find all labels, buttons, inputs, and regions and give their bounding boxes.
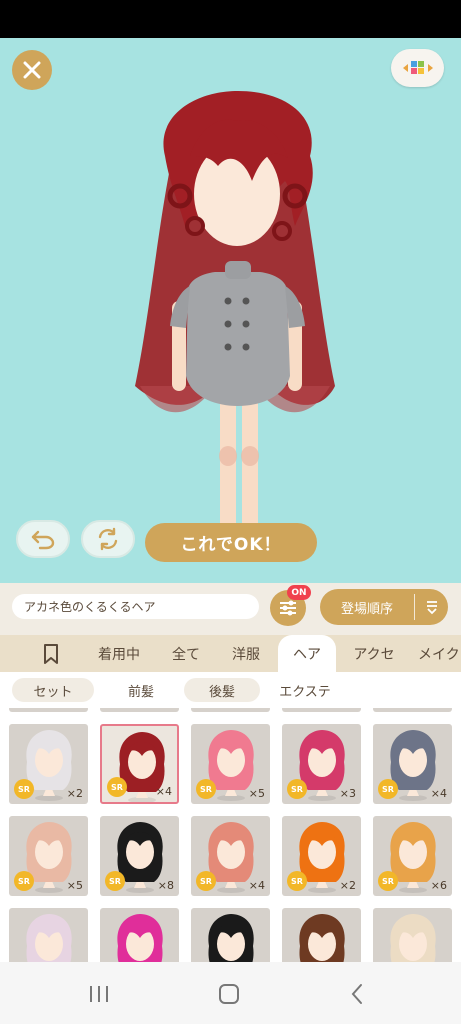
- item-count: ×3: [339, 787, 356, 800]
- hair-preview: [26, 914, 72, 962]
- rarity-badge: SR: [196, 779, 216, 799]
- tab-all[interactable]: 全て: [163, 635, 209, 672]
- undo-icon: [31, 530, 55, 550]
- item-card[interactable]: SR ×4: [373, 724, 452, 804]
- hair-subtab-bar: セット 前髪 後髪 エクステ: [0, 672, 461, 708]
- rarity-badge: SR: [105, 871, 125, 891]
- tab-bookmark[interactable]: [28, 635, 74, 672]
- confirm-ok-button[interactable]: これでOK！: [145, 523, 317, 562]
- tab-hair[interactable]: ヘア: [278, 635, 336, 672]
- item-count: ×6: [430, 879, 447, 892]
- item-card[interactable]: [9, 908, 88, 962]
- tab-accessory[interactable]: アクセ: [345, 635, 403, 672]
- hair-preview: [390, 914, 436, 962]
- hair-preview: [117, 914, 163, 962]
- hair-preview: [299, 914, 345, 962]
- back-button[interactable]: [342, 980, 372, 1008]
- hair-preview: [208, 914, 254, 962]
- subtab-extensions[interactable]: エクステ: [268, 678, 342, 702]
- color-palette-icon: [402, 61, 433, 74]
- rotate-button[interactable]: [81, 520, 135, 558]
- item-card[interactable]: SR ×5: [191, 724, 270, 804]
- item-card[interactable]: SR ×3: [282, 724, 361, 804]
- filter-on-badge: ON: [287, 585, 311, 600]
- item-count: ×2: [339, 879, 356, 892]
- subtab-set[interactable]: セット: [12, 678, 94, 702]
- sort-order-button[interactable]: 登場順序: [320, 589, 448, 625]
- avatar-stage: これでOK！: [0, 38, 461, 583]
- rarity-badge: SR: [14, 871, 34, 891]
- item-card[interactable]: [373, 908, 452, 962]
- tab-wearing[interactable]: 着用中: [90, 635, 148, 672]
- item-card[interactable]: SR ×8: [100, 816, 179, 896]
- item-card[interactable]: [9, 708, 88, 712]
- item-grid: SR ×2 SR ×4 SR ×5 SR ×3 SR ×4 SR ×5 SR ×8 SR ×4 SR ×2 SR ×6: [0, 708, 461, 962]
- item-count: ×4: [430, 787, 447, 800]
- subtab-back-hair[interactable]: 後髪: [184, 678, 260, 702]
- close-icon: [23, 61, 41, 79]
- tab-clothes[interactable]: 洋服: [223, 635, 269, 672]
- sliders-icon: [280, 600, 296, 616]
- item-card[interactable]: [191, 908, 270, 962]
- recent-apps-button[interactable]: [84, 980, 114, 1008]
- rarity-badge: SR: [378, 779, 398, 799]
- item-count: ×2: [66, 787, 83, 800]
- item-count: ×4: [155, 785, 172, 798]
- sort-direction-icon[interactable]: [415, 599, 448, 615]
- item-card[interactable]: SR ×2: [282, 816, 361, 896]
- rarity-badge: SR: [287, 779, 307, 799]
- subtab-bangs[interactable]: 前髪: [102, 678, 180, 702]
- item-count: ×5: [248, 787, 265, 800]
- recent-apps-icon: [90, 986, 108, 1002]
- rarity-badge: SR: [196, 871, 216, 891]
- item-card[interactable]: [100, 908, 179, 962]
- home-button[interactable]: [214, 980, 244, 1008]
- avatar-character: [135, 91, 335, 559]
- status-bar: [0, 0, 461, 38]
- rarity-badge: SR: [14, 779, 34, 799]
- color-palette-button[interactable]: [391, 49, 444, 87]
- item-count: ×8: [157, 879, 174, 892]
- system-nav-bar: [0, 962, 461, 1024]
- item-card[interactable]: [373, 708, 452, 712]
- category-tab-bar: 着用中 全て 洋服 ヘア アクセ メイク: [0, 635, 461, 672]
- home-icon: [219, 984, 239, 1004]
- sort-order-label: 登場順序: [340, 601, 393, 617]
- item-card-selected[interactable]: SR ×4: [100, 724, 179, 804]
- tab-makeup[interactable]: メイク: [418, 635, 461, 672]
- filter-bar: アカネ色のくるくるヘア ON 登場順序: [0, 583, 461, 631]
- item-card[interactable]: SR ×4: [191, 816, 270, 896]
- bookmark-icon: [44, 643, 58, 664]
- item-name-field[interactable]: アカネ色のくるくるヘア: [12, 594, 259, 619]
- rarity-badge: SR: [378, 871, 398, 891]
- rotate-icon: [98, 527, 118, 551]
- item-count: ×4: [248, 879, 265, 892]
- item-card[interactable]: SR ×2: [9, 724, 88, 804]
- close-button[interactable]: [12, 50, 52, 90]
- undo-button[interactable]: [16, 520, 70, 558]
- rarity-badge: SR: [287, 871, 307, 891]
- item-card[interactable]: [282, 908, 361, 962]
- item-count: ×5: [66, 879, 83, 892]
- item-card[interactable]: SR ×6: [373, 816, 452, 896]
- item-card[interactable]: [100, 708, 179, 712]
- rarity-badge: SR: [107, 777, 127, 797]
- item-card[interactable]: SR ×5: [9, 816, 88, 896]
- back-icon: [351, 984, 362, 1004]
- item-card[interactable]: [191, 708, 270, 712]
- item-card[interactable]: [282, 708, 361, 712]
